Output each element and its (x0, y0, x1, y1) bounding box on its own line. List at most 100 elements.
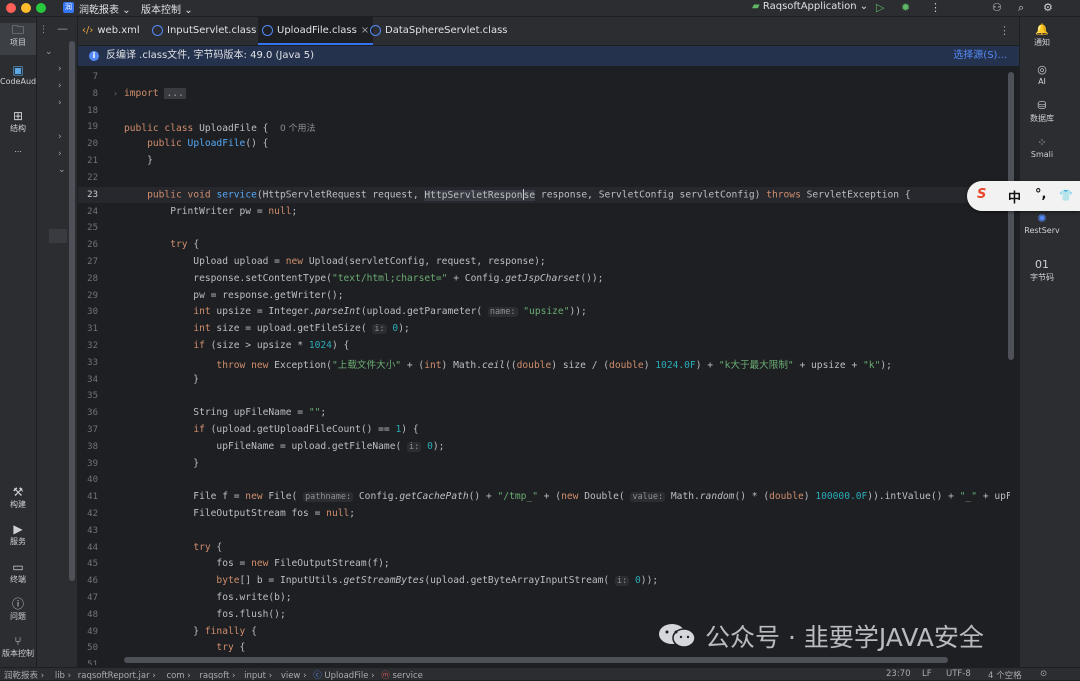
hammer-icon: ⚒ (12, 485, 24, 499)
tool-label: 字节码 (1030, 273, 1054, 282)
ai-icon: ◎ (1037, 63, 1047, 76)
param-hint: i: (614, 576, 630, 586)
tool-build[interactable]: ⚒ 构建 (0, 485, 36, 513)
breadcrumb-item[interactable]: view (281, 671, 301, 681)
line-gutter: 7 8 18 19 20 21 22 23 24 25 26 27 28 29 … (78, 67, 118, 665)
method-icon: ⓜ (381, 671, 390, 681)
tool-label: 构建 (10, 500, 26, 509)
tab-web-xml[interactable]: ‹/› web.xml (82, 17, 140, 45)
param-hint: value: (630, 492, 666, 502)
project-name: 润乾报表 (79, 5, 119, 16)
editor-vertical-scrollbar[interactable] (1008, 72, 1014, 360)
panel-scrollbar[interactable] (69, 41, 75, 581)
line-number: 25 (87, 223, 98, 233)
tool-structure[interactable]: ⊞ 结构 (0, 109, 36, 139)
panel-options-icon[interactable]: ⋮ (39, 25, 48, 35)
tree-expand-icon[interactable]: › (58, 149, 62, 159)
breadcrumb-item[interactable]: com (166, 671, 184, 681)
breadcrumb-item[interactable]: UploadFile (324, 671, 368, 681)
tab-datasphereservlet-class[interactable]: DataSphereServlet.class (370, 17, 508, 45)
more-actions-icon[interactable]: ⋮ (930, 1, 941, 14)
tool-notifications[interactable]: 🔔 通知 (1020, 23, 1064, 48)
breadcrumb-item[interactable]: raqsoft (199, 671, 229, 681)
codeaudit-icon: ▣ (12, 63, 24, 77)
tool-services[interactable]: ▶ 服务 (0, 522, 36, 550)
close-window-button[interactable] (6, 3, 16, 13)
settings-icon[interactable]: ⚙ (1043, 1, 1053, 14)
tabs-more-icon[interactable]: ⋮ (999, 24, 1010, 37)
bytecode-icon: 01 (1035, 258, 1049, 271)
ime-chinese-mode[interactable]: 中 (1008, 187, 1021, 206)
breadcrumb-item[interactable]: service (392, 671, 422, 681)
tool-smali[interactable]: ⁘ Smali (1020, 136, 1064, 159)
breadcrumb-item[interactable]: 润乾报表 (4, 671, 38, 681)
sogou-logo-icon[interactable]: S (977, 187, 986, 202)
add-user-icon[interactable]: ⚇ (992, 1, 1002, 14)
folded-imports[interactable]: ... (164, 88, 186, 99)
fold-expand-icon[interactable]: › (114, 89, 117, 98)
search-icon[interactable]: ⌕ (1018, 1, 1024, 15)
code-line: String upFileName = ""; (124, 407, 327, 418)
tab-label: web.xml (97, 25, 140, 36)
code-line: try { (170, 239, 200, 250)
tool-label: 项目 (10, 38, 26, 47)
tree-expand-icon[interactable]: › (58, 81, 62, 91)
tool-vcs[interactable]: ⑂ 版本控制 (0, 634, 36, 662)
ime-skin-icon[interactable]: 👕 (1059, 189, 1073, 202)
usages-hint[interactable]: 0 个用法 (280, 124, 316, 134)
project-selector[interactable]: 润乾报表 ⌄ (79, 1, 131, 16)
file-encoding[interactable]: UTF-8 (946, 669, 971, 679)
status-bar: 润乾报表 › lib › raqsoftReport.jar › com › r… (0, 667, 1080, 681)
caret-position[interactable]: 23:70 (886, 669, 911, 679)
run-icon[interactable]: ▷ (876, 1, 884, 14)
tree-expand-icon[interactable]: › (58, 132, 62, 142)
breadcrumb-item[interactable]: lib (55, 671, 65, 681)
tree-expand-icon[interactable]: ⌄ (58, 165, 66, 175)
folder-icon: 🗀 (11, 23, 24, 37)
indent-setting[interactable]: 4 个空格 (988, 669, 1022, 681)
tool-terminal[interactable]: ▭ 终端 (0, 560, 36, 588)
panel-hide-icon[interactable]: — (57, 22, 68, 35)
chevron-down-icon: ⌄ (122, 5, 131, 16)
param-hint: pathname: (303, 492, 354, 502)
code-line: } finally { (124, 626, 257, 637)
breadcrumb-item[interactable]: input (244, 671, 266, 681)
ime-toolbar: S 中 °, 👕 (967, 181, 1080, 211)
tool-problems[interactable]: ⓘ 问题 (0, 597, 36, 625)
project-badge: 润 (63, 2, 74, 13)
breadcrumb-item[interactable]: raqsoftReport.jar (78, 671, 150, 681)
code-editor[interactable]: 7 8 18 19 20 21 22 23 24 25 26 27 28 29 … (78, 67, 1010, 665)
tool-codeaudit[interactable]: ▣ CodeAud (0, 63, 36, 93)
tool-more[interactable]: ... (0, 145, 36, 159)
choose-source-link[interactable]: 选择源(S)... (953, 46, 1007, 66)
tool-label: AI (1038, 77, 1046, 86)
debug-icon[interactable]: ✹ (901, 1, 910, 14)
minimize-window-button[interactable] (21, 3, 31, 13)
run-config-selector[interactable]: ▰ RaqsoftApplication ⌄ (752, 1, 868, 12)
close-tab-icon[interactable]: × (361, 25, 369, 36)
tool-database[interactable]: ⛁ 数据库 (1020, 99, 1064, 124)
tree-expand-icon[interactable]: › (58, 98, 62, 108)
tab-inputservlet-class[interactable]: InputServlet.class (152, 17, 256, 45)
tool-restservices[interactable]: ✺ RestServ (1020, 212, 1064, 235)
database-icon: ⛁ (1037, 99, 1047, 112)
code-line: upFileName = upload.getFileName( i: 0); (124, 441, 445, 452)
tree-expand-icon[interactable]: ⌄ (45, 47, 53, 57)
vcs-selector[interactable]: 版本控制 ⌄ (141, 1, 193, 16)
tree-expand-icon[interactable]: › (58, 64, 62, 74)
tool-project[interactable]: 🗀 项目 (0, 23, 36, 55)
code-line: if (size > upsize * 1024) { (193, 340, 350, 351)
line-number: 51 (87, 660, 98, 665)
editor-tabs: ‹/› web.xml InputServlet.class UploadFile… (78, 17, 1019, 46)
lock-icon[interactable]: ⊙ (1040, 669, 1047, 679)
code-line: pw = response.getWriter(); (124, 290, 344, 301)
tool-bytecode[interactable]: 01 字节码 (1020, 258, 1064, 283)
editor-horizontal-scrollbar[interactable] (124, 657, 948, 663)
tool-ai[interactable]: ◎ AI (1020, 63, 1064, 86)
project-panel: ⋮ — ⌄ › › › › › ⌄ (37, 17, 78, 667)
line-number: 21 (87, 156, 98, 166)
ime-punctuation-icon[interactable]: °, (1035, 187, 1046, 202)
line-separator[interactable]: LF (922, 669, 932, 679)
zoom-window-button[interactable] (36, 3, 46, 13)
tab-uploadfile-class[interactable]: UploadFile.class × (258, 17, 374, 45)
